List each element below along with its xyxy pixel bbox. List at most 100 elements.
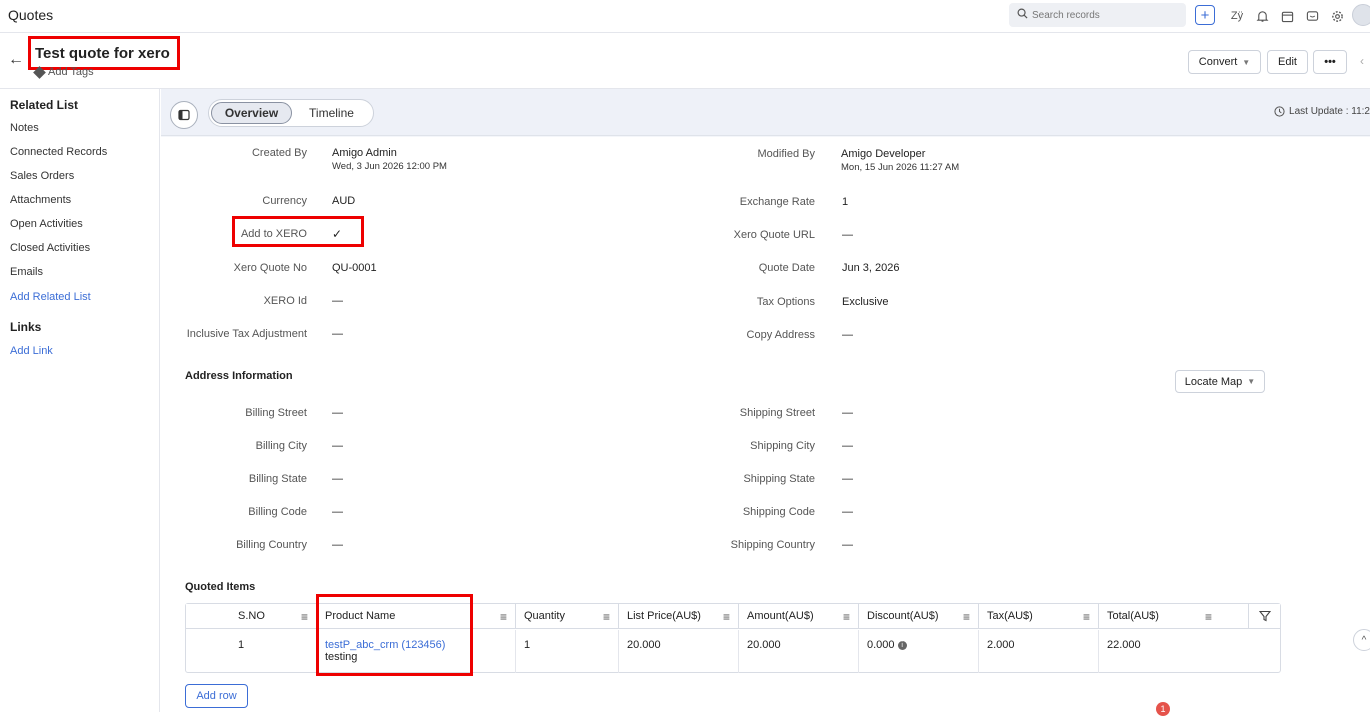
billing-code-label: Billing Code [248, 506, 307, 518]
col-list-price[interactable]: List Price(AU$) ≡ [619, 604, 739, 629]
shipping-city-value: — [842, 440, 853, 452]
notification-badge[interactable]: 1 [1156, 702, 1170, 716]
cell-tax: 2.000 [979, 630, 1099, 673]
links-heading: Links [10, 320, 42, 334]
calendar-icon[interactable] [1277, 6, 1297, 26]
bell-icon[interactable] [1252, 6, 1272, 26]
search-input[interactable]: Search records [1009, 3, 1186, 27]
xero-quote-no-label: Xero Quote No [233, 262, 307, 274]
add-tags[interactable]: Add Tags [33, 65, 94, 79]
locate-map-button[interactable]: Locate Map ▼ [1175, 370, 1265, 393]
shipping-code-value: — [842, 506, 853, 518]
sidebar-item-notes[interactable]: Notes [10, 122, 39, 134]
created-on: Wed, 3 Jun 2026 12:00 PM [332, 161, 447, 172]
col-amount-label: Amount(AU$) [747, 610, 814, 622]
billing-code-value: — [332, 506, 343, 518]
caret-down-icon: ▼ [1242, 57, 1251, 67]
add-to-xero-label: Add to XERO [240, 228, 307, 240]
sidebar-item-connected-records[interactable]: Connected Records [10, 146, 107, 158]
locate-map-label: Locate Map [1184, 375, 1243, 388]
cell-discount: 0.000 i [859, 630, 979, 673]
col-discount[interactable]: Discount(AU$) ≡ [859, 604, 979, 629]
modified-by-name: Amigo Developer [841, 148, 926, 160]
column-menu-icon[interactable]: ≡ [301, 610, 308, 624]
cell-sno: 1 [186, 630, 317, 673]
modified-by-value: Amigo Developer Mon, 15 Jun 2026 11:27 A… [841, 148, 959, 173]
main-area: Overview Timeline Last Update : 11:2 Cre… [161, 89, 1370, 716]
quote-date-label: Quote Date [758, 262, 815, 274]
related-list-sidebar: Related List Notes Connected Records Sal… [0, 89, 160, 712]
created-by-label: Created By [251, 147, 307, 159]
add-related-list-link[interactable]: Add Related List [10, 291, 91, 303]
col-quantity[interactable]: Quantity ≡ [516, 604, 619, 629]
col-total-label: Total(AU$) [1107, 610, 1159, 622]
cell-quantity: 1 [516, 630, 619, 673]
edit-button[interactable]: Edit [1267, 50, 1308, 74]
filter-icon[interactable] [1249, 604, 1280, 629]
tax-options-value: Exclusive [842, 296, 889, 308]
billing-country-label: Billing Country [236, 539, 307, 551]
search-icon [1017, 8, 1028, 22]
billing-city-value: — [332, 440, 343, 452]
column-menu-icon[interactable]: ≡ [1083, 610, 1090, 624]
view-tabs: Overview Timeline [208, 99, 374, 127]
created-by-name: Amigo Admin [332, 147, 397, 159]
xero-id-label: XERO Id [263, 295, 307, 307]
create-plus-icon[interactable]: + [1195, 5, 1215, 25]
billing-city-label: Billing City [255, 440, 307, 452]
billing-state-label: Billing State [248, 473, 307, 485]
settings-gear-icon[interactable] [1327, 6, 1347, 26]
cell-amount: 20.000 [739, 630, 859, 673]
search-placeholder: Search records [1032, 9, 1100, 21]
add-row-button[interactable]: Add row [185, 684, 248, 708]
billing-state-value: — [332, 473, 343, 485]
billing-country-value: — [332, 539, 343, 551]
sidebar-item-open-activities[interactable]: Open Activities [10, 218, 83, 230]
scroll-up-icon[interactable]: ^ [1353, 629, 1370, 651]
sidebar-item-emails[interactable]: Emails [10, 266, 43, 278]
record-title: Test quote for xero [28, 36, 180, 70]
col-amount[interactable]: Amount(AU$) ≡ [739, 604, 859, 629]
currency-label: Currency [262, 195, 307, 207]
sidebar-item-closed-activities[interactable]: Closed Activities [10, 242, 90, 254]
add-tags-label: Add Tags [48, 66, 94, 78]
translate-icon[interactable]: Zÿ [1227, 6, 1247, 26]
copy-address-value: — [842, 329, 853, 341]
chevron-left-icon[interactable]: ‹ [1360, 54, 1364, 68]
col-list-price-label: List Price(AU$) [627, 610, 701, 622]
column-menu-icon[interactable]: ≡ [723, 610, 730, 624]
col-total[interactable]: Total(AU$) ≡ [1099, 604, 1249, 629]
quote-date-value: Jun 3, 2026 [842, 262, 900, 274]
record-header: ← Test quote for xero Add Tags Convert ▼… [0, 33, 1370, 89]
sidebar-item-attachments[interactable]: Attachments [10, 194, 71, 206]
exchange-rate-label: Exchange Rate [739, 196, 815, 208]
back-arrow-icon[interactable]: ← [8, 51, 24, 69]
column-menu-icon[interactable]: ≡ [963, 610, 970, 624]
column-menu-icon[interactable]: ≡ [843, 610, 850, 624]
shipping-state-label: Shipping State [743, 473, 815, 485]
convert-label: Convert [1198, 56, 1238, 68]
column-menu-icon[interactable]: ≡ [1205, 610, 1212, 624]
module-title: Quotes [8, 7, 54, 23]
billing-street-value: — [332, 407, 343, 419]
chat-icon[interactable] [1302, 6, 1322, 26]
column-menu-icon[interactable]: ≡ [500, 610, 507, 624]
col-tax[interactable]: Tax(AU$) ≡ [979, 604, 1099, 629]
sidebar-item-sales-orders[interactable]: Sales Orders [10, 170, 74, 182]
tab-timeline[interactable]: Timeline [292, 102, 371, 124]
copy-address-label: Copy Address [746, 329, 815, 341]
shipping-city-label: Shipping City [750, 440, 815, 452]
modified-on: Mon, 15 Jun 2026 11:27 AM [841, 162, 960, 173]
column-menu-icon[interactable]: ≡ [603, 610, 610, 624]
caret-down-icon: ▼ [1247, 377, 1256, 386]
convert-button[interactable]: Convert ▼ [1188, 50, 1261, 74]
more-actions-button[interactable]: ••• [1313, 50, 1347, 74]
col-sno[interactable]: S.NO ≡ [186, 604, 317, 629]
add-to-xero-check-icon: ✓ [332, 227, 343, 241]
tab-overview[interactable]: Overview [211, 102, 292, 124]
info-icon[interactable]: i [897, 640, 907, 650]
panel-toggle-icon[interactable] [170, 101, 198, 129]
user-avatar[interactable] [1352, 4, 1370, 26]
add-link[interactable]: Add Link [10, 345, 53, 357]
record-details: Created By Amigo Admin Wed, 3 Jun 2026 1… [161, 137, 1370, 716]
